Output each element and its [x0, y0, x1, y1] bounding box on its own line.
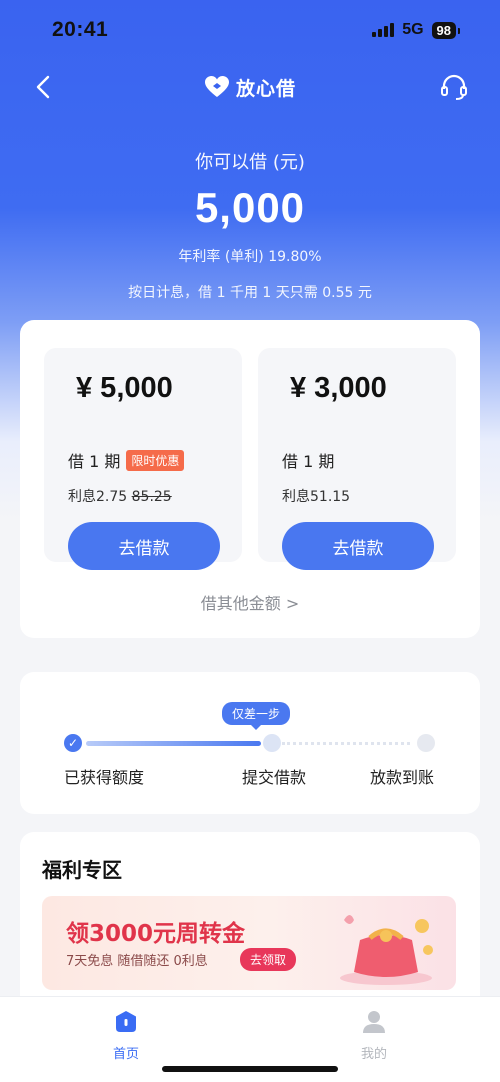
loan-options-card: ¥ 5,000 借 1 期 限时优惠 利息2.75 85.25 去借款 ¥ 3,…	[20, 320, 480, 638]
gift-bag-icon	[340, 915, 433, 985]
loan-option-5000[interactable]: ¥ 5,000 借 1 期 限时优惠 利息2.75 85.25 去借款	[44, 348, 242, 570]
heart-logo-icon	[204, 76, 229, 97]
interest-current: 利息2.75	[68, 489, 128, 505]
interest-original: 85.25	[131, 489, 172, 505]
chevron-left-icon[interactable]	[30, 73, 58, 101]
network-type: 5G	[402, 21, 424, 38]
interest-current: 利息51.15	[282, 489, 351, 505]
interest-rate: 年利率 (单利) 19.80%	[178, 249, 322, 265]
option-term: 借 1 期	[282, 448, 334, 472]
progress-steps-card: 仅差一步 ✓ 已获得额度 提交借款 放款到账	[20, 672, 480, 814]
step-tooltip: 仅差一步	[222, 702, 291, 730]
app-title: 放心借	[235, 77, 296, 100]
tab-home-label: 首页	[112, 1047, 139, 1062]
battery-icon: 98	[431, 21, 461, 39]
promo-subtitle: 7天免息 随借随还 0利息	[66, 954, 208, 969]
tab-home[interactable]: 首页	[86, 1009, 166, 1062]
promo-title: 领3000元周转金	[66, 921, 246, 947]
claim-button[interactable]: 去领取	[240, 948, 297, 971]
option-term-label: 借 1 期	[282, 452, 335, 471]
option-amount: ¥ 3,000	[290, 372, 387, 404]
progress-track-done	[86, 741, 261, 746]
welfare-title: 福利专区	[42, 858, 122, 882]
navigation-bar: 放心借	[0, 62, 500, 112]
step-label-quota: 已获得额度	[64, 768, 145, 787]
option-amount: ¥ 5,000	[76, 372, 173, 404]
option-term: 借 1 期 限时优惠	[68, 448, 185, 472]
borrow-button-3000[interactable]: 去借款	[282, 522, 434, 570]
step-label-disburse: 放款到账	[370, 768, 435, 787]
option-interest: 利息2.75 85.25	[68, 486, 172, 506]
signal-icon	[372, 23, 395, 37]
loan-option-3000[interactable]: ¥ 3,000 借 1 期 利息51.15 去借款	[258, 348, 456, 570]
other-amount-link[interactable]: 借其他金额 >	[20, 590, 480, 614]
borrow-button-5000[interactable]: 去借款	[68, 522, 220, 570]
credit-label: 你可以借 (元)	[195, 152, 305, 173]
promo-banner[interactable]: 领3000元周转金 7天免息 随借随还 0利息 去领取	[42, 896, 456, 990]
status-time: 20:41	[52, 18, 109, 41]
credit-summary: 你可以借 (元) 5,000 年利率 (单利) 19.80% 按日计息，借 1 …	[0, 148, 500, 302]
welfare-card: 福利专区 领3000元周转金 7天免息 随借随还 0利息 去领取	[20, 832, 480, 1022]
option-term-label: 借 1 期	[68, 452, 121, 471]
headset-icon[interactable]	[438, 71, 470, 103]
step-pending-dot	[417, 734, 435, 752]
tab-mine[interactable]: 我的	[334, 1009, 414, 1062]
progress-track-pending	[282, 742, 410, 745]
step-done-check-icon: ✓	[64, 734, 82, 752]
status-indicators: 5G 98	[372, 21, 461, 39]
step-label-submit: 提交借款	[242, 768, 307, 787]
tab-mine-label: 我的	[360, 1047, 387, 1062]
home-indicator	[162, 1066, 338, 1072]
credit-amount: 5,000	[194, 184, 306, 231]
option-interest: 利息51.15	[282, 486, 350, 506]
status-bar: 20:41 5G 98	[0, 0, 500, 60]
user-icon	[363, 1011, 385, 1033]
promo-badge: 限时优惠	[126, 449, 185, 471]
brand: 放心借	[204, 74, 296, 101]
step-current-dot	[263, 734, 281, 752]
interest-note: 按日计息，借 1 千用 1 天只需 0.55 元	[128, 285, 372, 301]
home-icon	[116, 1011, 136, 1032]
